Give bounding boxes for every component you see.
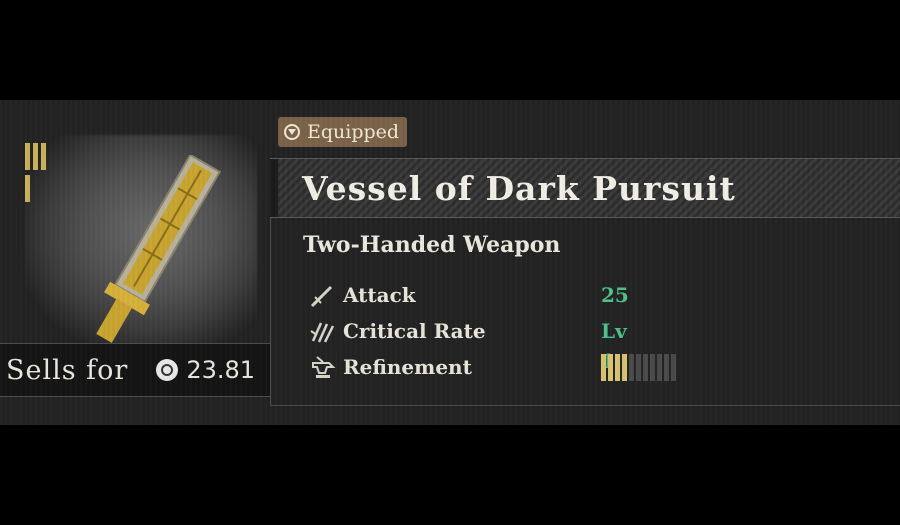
refinement-segment [671,354,676,381]
anvil-icon [312,356,336,378]
refinement-segment [636,354,641,381]
refinement-segment [608,354,613,381]
item-name: Vessel of Dark Pursuit [302,169,736,208]
coin-icon [156,359,179,381]
stat-row-attack: Attack 25 [309,280,629,310]
crit-claw-icon [310,322,335,343]
item-details: Two-Handed Weapon Attack 25 Critical Rat… [270,218,900,406]
stat-value-critical-rate: Lv 1 [601,319,627,373]
equipped-badge: Equipped [278,117,408,147]
stat-row-critical-rate: Critical Rate Lv 1 [309,316,627,373]
stat-row-refinement: Refinement [309,352,676,382]
refinement-segment [650,354,655,381]
item-tooltip-panel: Sells for 23.81 Equipped Vessel of Dark … [0,100,900,425]
stat-label-critical-rate: Critical Rate [343,319,486,343]
stat-label-attack: Attack [343,283,416,307]
refinement-segment [664,354,669,381]
refinement-segment [657,354,662,381]
refinement-level-bar [601,354,676,381]
sell-price-value: 23.81 [186,356,256,384]
item-title-bar: Vessel of Dark Pursuit [270,158,900,218]
refinement-segment [643,354,648,381]
equipped-icon [284,124,300,140]
weapon-type: Two-Handed Weapon [303,232,561,258]
refinement-segment [629,354,634,381]
refinement-segment [622,354,627,381]
stat-value-attack: 25 [601,283,629,307]
refinement-segment [615,354,620,381]
weapon-icon [96,155,222,343]
sword-icon [310,285,333,308]
refinement-segment [601,354,606,381]
sell-price-bar: Sells for 23.81 [0,343,270,397]
item-card[interactable]: Sells for 23.81 [0,100,270,397]
equipped-label: Equipped [307,121,400,143]
sells-for-label: Sells for [6,354,129,386]
stat-label-refinement: Refinement [343,355,472,379]
